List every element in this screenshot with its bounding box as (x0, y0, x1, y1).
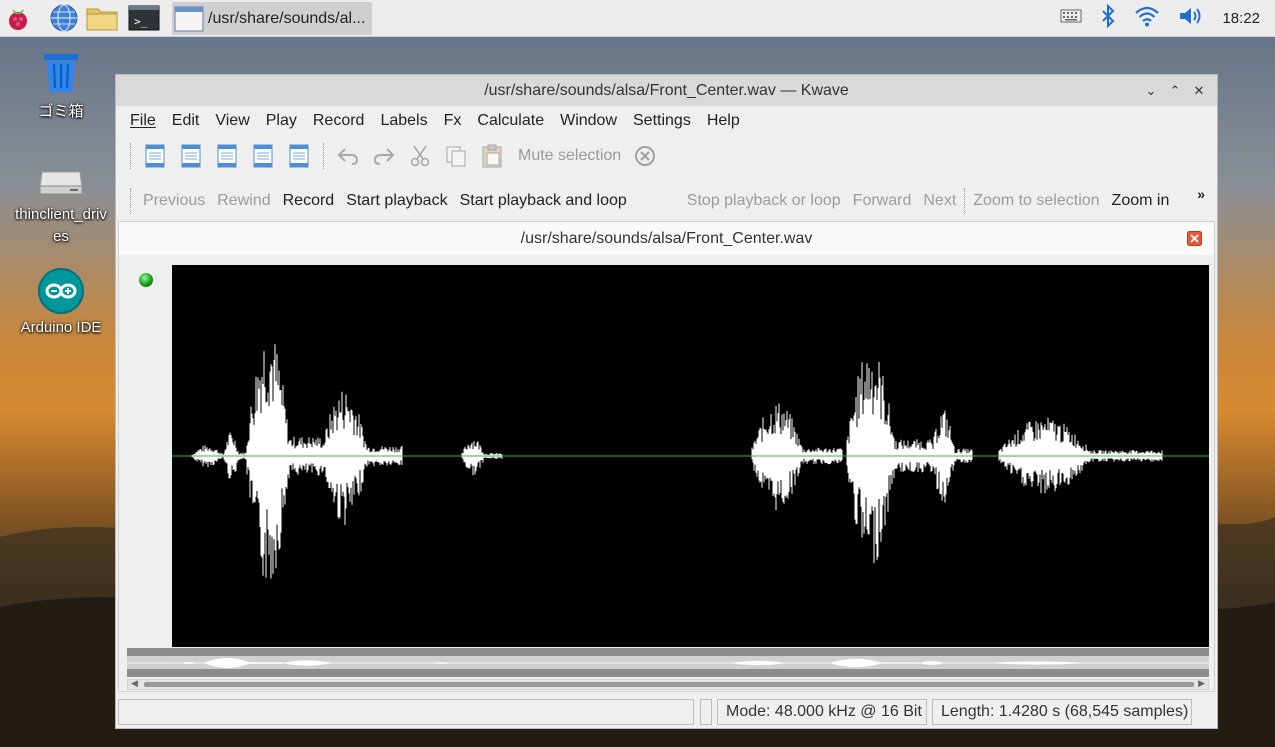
zoom-to-selection-button[interactable]: Zoom to selection (973, 192, 1099, 210)
start-playback-loop-button[interactable]: Start playback and loop (460, 192, 627, 210)
next-button[interactable]: Next (923, 192, 956, 210)
terminal-icon[interactable]: >_ (126, 0, 162, 37)
copy-icon[interactable] (438, 139, 474, 173)
drive-icon (39, 171, 83, 195)
waveform-signal (191, 344, 1163, 579)
desktop-icon-label: ゴミ箱 (38, 103, 84, 120)
taskbar-window-button[interactable]: /usr/share/sounds/al... (172, 2, 372, 35)
close-file-icon[interactable] (281, 139, 317, 173)
track-enabled-indicator[interactable] (139, 273, 153, 287)
open-file-icon[interactable] (173, 139, 209, 173)
record-button[interactable]: Record (283, 192, 335, 210)
status-mode: Mode: 48.000 kHz @ 16 Bit (717, 699, 927, 725)
toolbar-overflow-button[interactable]: » (1197, 186, 1205, 202)
status-length: Length: 1.4280 s (68,545 samples) (932, 699, 1192, 725)
previous-button[interactable]: Previous (143, 192, 205, 210)
menu-settings[interactable]: Settings (633, 112, 691, 130)
stop-playback-button[interactable]: Stop playback or loop (687, 192, 841, 210)
menu-file[interactable]: File (130, 112, 156, 130)
toolbar-handle[interactable] (130, 143, 131, 169)
close-document-icon[interactable] (1187, 231, 1202, 246)
save-as-icon[interactable] (245, 139, 281, 173)
scrollbar-thumb[interactable] (144, 682, 1194, 687)
minimize-icon[interactable]: ⌄ (1139, 81, 1163, 101)
redo-icon[interactable] (366, 139, 402, 173)
signal-panel: ◀ ▶ (118, 255, 1215, 692)
scroll-left-icon[interactable]: ◀ (131, 678, 138, 689)
window-icon (174, 6, 204, 31)
window-title: /usr/share/sounds/alsa/Front_Center.wav … (484, 81, 849, 99)
cut-icon[interactable] (402, 139, 438, 173)
forward-button[interactable]: Forward (853, 192, 912, 210)
keyboard-icon[interactable] (1060, 8, 1082, 29)
kwave-window: /usr/share/sounds/alsa/Front_Center.wav … (115, 74, 1218, 729)
file-manager-icon[interactable] (84, 0, 120, 37)
bluetooth-icon[interactable] (1100, 3, 1116, 33)
undo-icon[interactable] (330, 139, 366, 173)
start-playback-button[interactable]: Start playback (346, 192, 447, 210)
horizontal-scrollbar[interactable]: ◀ ▶ (127, 678, 1209, 690)
window-titlebar[interactable]: /usr/share/sounds/alsa/Front_Center.wav … (116, 75, 1217, 106)
desktop-icon-label: Arduino IDE (20, 319, 102, 336)
main-toolbar: Mute selection (116, 136, 1217, 176)
overview-strip[interactable] (127, 648, 1209, 677)
scroll-right-icon[interactable]: ▶ (1198, 678, 1205, 689)
clear-selection-icon[interactable] (627, 139, 663, 173)
close-icon[interactable]: ✕ (1187, 81, 1211, 101)
desktop-icon-drive[interactable]: thinclient_drives (6, 160, 116, 248)
status-indicator (700, 699, 712, 725)
rewind-button[interactable]: Rewind (217, 192, 270, 210)
menu-play[interactable]: Play (266, 112, 297, 130)
menu-labels[interactable]: Labels (380, 112, 427, 130)
taskbar-window-title: /usr/share/sounds/al... (208, 9, 366, 27)
toolbar-separator (964, 188, 966, 214)
menu-calculate[interactable]: Calculate (477, 112, 544, 130)
desktop-icon-trash[interactable]: ゴミ箱 (6, 50, 116, 121)
zoom-in-button[interactable]: Zoom in (1112, 192, 1170, 210)
menu-bar: File Edit View Play Record Labels Fx Cal… (116, 106, 1217, 136)
new-file-icon[interactable] (137, 139, 173, 173)
wifi-icon[interactable] (1134, 5, 1160, 32)
menu-view[interactable]: View (215, 112, 249, 130)
mute-selection-button[interactable]: Mute selection (518, 147, 621, 165)
menu-edit[interactable]: Edit (172, 112, 200, 130)
trash-icon (44, 54, 78, 92)
taskbar: >_ /usr/share/sounds/al... 18:22 (0, 0, 1275, 37)
svg-text:>_: >_ (134, 15, 148, 28)
toolbar-separator (323, 143, 324, 169)
menu-record[interactable]: Record (313, 112, 365, 130)
menu-help[interactable]: Help (707, 112, 740, 130)
desktop-icon-arduino[interactable]: Arduino IDE (6, 267, 116, 336)
system-tray: 18:22 (1051, 0, 1275, 37)
volume-icon[interactable] (1178, 5, 1204, 32)
paste-icon[interactable] (474, 139, 510, 173)
status-message (118, 699, 694, 725)
desktop-icon-label: thinclient_drives (15, 206, 107, 245)
toolbar-handle[interactable] (130, 188, 131, 214)
document-tab-title: /usr/share/sounds/alsa/Front_Center.wav (118, 221, 1215, 255)
arduino-icon (38, 268, 84, 314)
save-file-icon[interactable] (209, 139, 245, 173)
clock[interactable]: 18:22 (1222, 10, 1260, 27)
menu-window[interactable]: Window (560, 112, 617, 130)
web-browser-icon[interactable] (46, 0, 82, 37)
waveform-view[interactable] (172, 265, 1209, 647)
menu-fx[interactable]: Fx (444, 112, 462, 130)
raspberry-menu-icon[interactable] (0, 0, 36, 37)
maximize-icon[interactable]: ⌃ (1163, 81, 1187, 101)
status-bar: Mode: 48.000 kHz @ 16 Bit Length: 1.4280… (118, 699, 1215, 726)
document-title: /usr/share/sounds/alsa/Front_Center.wav (520, 229, 813, 247)
playback-toolbar: Previous Rewind Record Start playback St… (116, 176, 1217, 226)
